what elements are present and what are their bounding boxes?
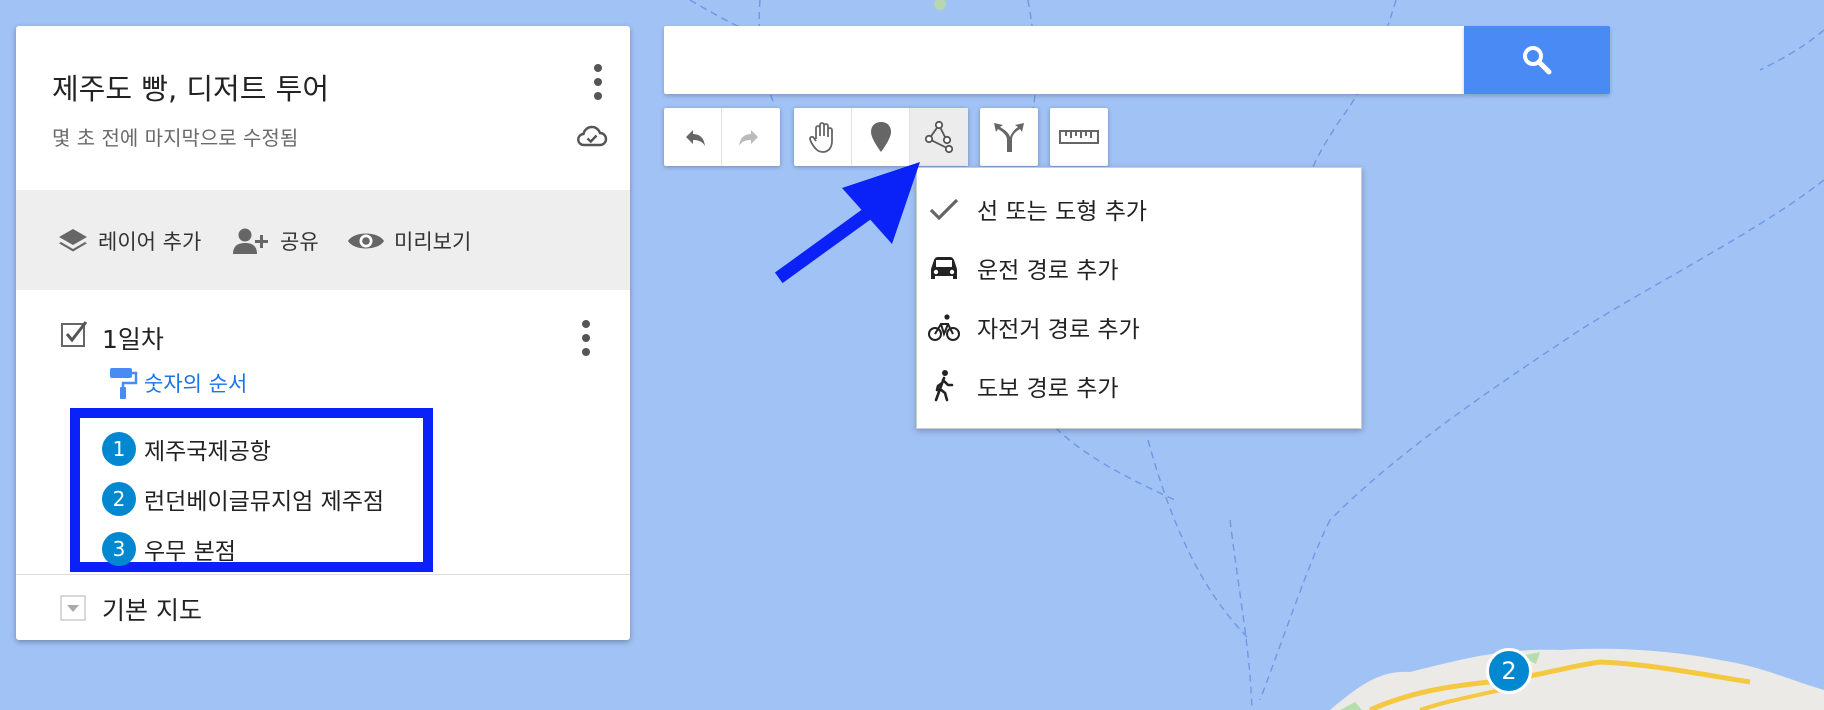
place-item-3[interactable]: 3 우무 본점 [102,531,236,567]
layer-title[interactable]: 1일차 [102,320,164,356]
menu-item-add-driving-route[interactable]: 운전 경로 추가 [917,243,1361,293]
layer-style-label: 숫자의 순서 [144,372,248,396]
layer-style-link[interactable]: 숫자의 순서 [108,366,247,400]
share-button[interactable]: 공유 [232,224,319,258]
jeju-island-landmass [1330,648,1824,710]
place-number-badge: 3 [102,532,136,566]
add-directions-button[interactable] [980,108,1038,166]
place-number-badge: 1 [102,432,136,466]
undo-icon [685,130,705,146]
annotation-arrow-icon [774,162,920,284]
place-name: 런던베이글뮤지엄 제주점 [144,489,385,515]
layer-visibility-checkbox[interactable] [60,320,88,348]
panel-action-bar: 레이어 추가 공유 미리보기 [16,190,630,290]
more-options-icon[interactable] [586,60,610,104]
walk-icon [934,370,954,402]
add-layer-button[interactable]: 레이어 추가 [56,224,201,258]
layers-icon [59,229,87,252]
place-number-badge: 2 [102,482,136,516]
undo-button[interactable] [664,108,722,166]
base-map-toggle-icon[interactable] [60,595,86,621]
share-label: 공유 [280,230,319,254]
bicycle-icon [928,314,960,341]
eye-icon [348,233,384,249]
directions-icon [994,123,1024,152]
add-layer-label: 레이어 추가 [98,230,202,254]
menu-item-label: 운전 경로 추가 [977,258,1119,284]
undo-redo-group [664,108,780,166]
menu-item-add-bicycle-route[interactable]: 자전거 경로 추가 [917,302,1361,352]
place-name: 우무 본점 [144,539,236,565]
directions-group [980,108,1038,166]
base-map-row: 기본 지도 [16,575,630,640]
menu-item-label: 도보 경로 추가 [977,376,1119,402]
map-pin-icon [870,122,891,152]
draw-options-menu: 선 또는 도형 추가 운전 경로 추가 자전거 경로 추가 도보 경로 추가 [916,167,1362,429]
measure-distance-button[interactable] [1050,108,1108,166]
last-edited-text: 몇 초 전에 마지막으로 수정됨 [52,126,299,150]
menu-item-label: 자전거 경로 추가 [977,317,1140,343]
add-person-icon [233,228,268,254]
redo-icon [739,130,758,146]
search-button[interactable] [1464,26,1610,94]
menu-item-add-line-shape[interactable]: 선 또는 도형 추가 [917,184,1361,234]
menu-item-add-walking-route[interactable]: 도보 경로 추가 [917,361,1361,411]
place-item-2[interactable]: 2 런던베이글뮤지엄 제주점 [102,481,384,517]
map-marker-2[interactable]: 2 [1486,648,1532,694]
panel-header: 제주도 빵, 디저트 투어 몇 초 전에 마지막으로 수정됨 [16,26,630,190]
cloud-saved-icon [577,125,608,147]
ruler-icon [1059,130,1099,144]
search-icon [1523,46,1552,75]
layer-options-icon[interactable] [574,316,598,360]
hand-icon [808,122,833,153]
place-name: 제주국제공항 [144,439,271,465]
search-input[interactable] [664,26,1464,94]
measure-group [1050,108,1108,166]
map-panel: 제주도 빵, 디저트 투어 몇 초 전에 마지막으로 수정됨 레이어 추가 공유… [16,26,630,640]
preview-button[interactable]: 미리보기 [346,224,471,258]
paint-roller-icon [110,368,138,399]
preview-label: 미리보기 [394,230,472,254]
place-item-1[interactable]: 1 제주국제공항 [102,431,271,467]
map-title[interactable]: 제주도 빵, 디저트 투어 [52,66,329,108]
menu-item-label: 선 또는 도형 추가 [977,199,1148,225]
draw-line-icon [924,120,954,154]
base-map-label[interactable]: 기본 지도 [102,591,202,627]
